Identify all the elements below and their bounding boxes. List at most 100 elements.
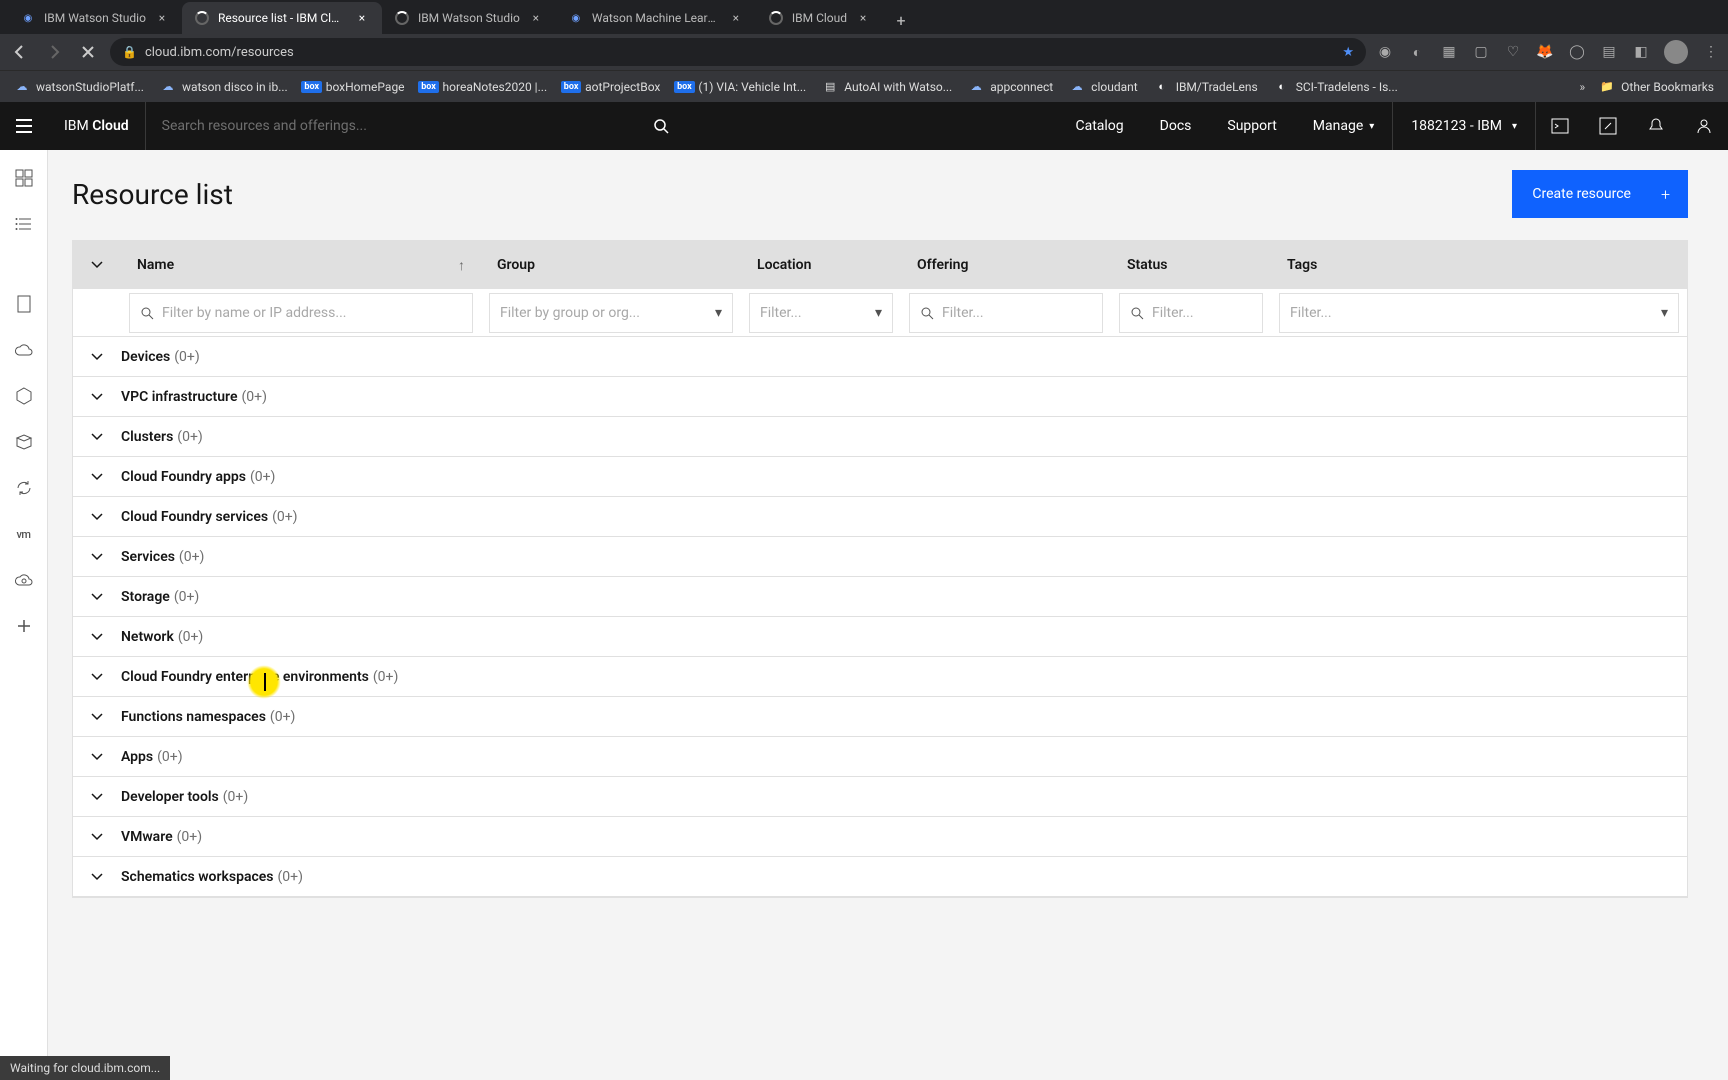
user-icon[interactable] xyxy=(1680,102,1728,150)
close-icon[interactable]: × xyxy=(528,10,544,26)
rail-list-icon[interactable] xyxy=(8,208,40,240)
browser-tab[interactable]: Resource list - IBM Cloud× xyxy=(182,2,382,34)
new-tab-button[interactable]: + xyxy=(887,6,915,34)
bookmark-item[interactable]: ☁cloudant xyxy=(1063,75,1144,99)
bookmark-item[interactable]: ☁watsonStudioPlatf... xyxy=(8,75,150,99)
resource-group-row[interactable]: Schematics workspaces (0+) xyxy=(73,857,1687,897)
chevron-down-icon xyxy=(73,553,121,561)
bookmark-item[interactable]: ◐IBM/TradeLens xyxy=(1148,75,1264,99)
close-icon[interactable]: × xyxy=(728,10,744,26)
ext-icon-4[interactable]: ▢ xyxy=(1472,43,1490,61)
close-icon[interactable]: × xyxy=(354,10,370,26)
resource-group-row[interactable]: VPC infrastructure (0+) xyxy=(73,377,1687,417)
col-tags[interactable]: Tags xyxy=(1271,257,1687,273)
resource-group-row[interactable]: Network (0+) xyxy=(73,617,1687,657)
ext-icon-8[interactable]: ▤ xyxy=(1600,43,1618,61)
filter-tags[interactable]: Filter...▾ xyxy=(1279,293,1679,333)
rail-add-icon[interactable] xyxy=(8,610,40,642)
search-icon[interactable] xyxy=(653,118,669,134)
bookmark-overflow-icon[interactable]: » xyxy=(1580,80,1586,94)
resource-group-row[interactable]: Cloud Foundry apps (0+) xyxy=(73,457,1687,497)
bookmark-item[interactable]: boxaotProjectBox xyxy=(557,75,666,99)
bookmark-item[interactable]: boxhoreaNotes2020 |... xyxy=(415,75,554,99)
bookmark-item[interactable]: ▤AutoAI with Watso... xyxy=(816,75,958,99)
ext-icon-7[interactable]: ◯ xyxy=(1568,43,1586,61)
address-bar[interactable]: 🔒 cloud.ibm.com/resources ★ xyxy=(110,38,1366,66)
col-status[interactable]: Status xyxy=(1111,257,1271,273)
bookmark-item[interactable]: boxboxHomePage xyxy=(298,75,411,99)
edit-icon[interactable] xyxy=(1584,102,1632,150)
profile-avatar[interactable] xyxy=(1664,40,1688,64)
col-name[interactable]: Name↑ xyxy=(121,257,481,274)
ext-icon-3[interactable]: ▦ xyxy=(1440,43,1458,61)
resource-group-row[interactable]: Clusters (0+) xyxy=(73,417,1687,457)
filter-group[interactable]: Filter by group or org...▾ xyxy=(489,293,733,333)
group-name: VPC infrastructure xyxy=(121,389,237,405)
ibm-cloud-logo[interactable]: IBM Cloud xyxy=(48,118,145,134)
create-resource-button[interactable]: Create resource + xyxy=(1512,170,1688,218)
bookmark-label: watson disco in ib... xyxy=(182,80,288,94)
nav-catalog[interactable]: Catalog xyxy=(1057,102,1141,150)
browser-tab[interactable]: ◉IBM Watson Studio× xyxy=(8,2,182,34)
hamburger-menu[interactable] xyxy=(0,102,48,150)
col-location[interactable]: Location xyxy=(741,257,901,273)
resource-group-row[interactable]: Services (0+) xyxy=(73,537,1687,577)
plus-icon: + xyxy=(1661,185,1670,204)
search-input[interactable] xyxy=(162,118,669,134)
resource-group-row[interactable]: Cloud Foundry enterprise environments (0… xyxy=(73,657,1687,697)
col-group[interactable]: Group xyxy=(481,257,741,273)
account-selector[interactable]: 1882123 - IBM▾ xyxy=(1392,102,1536,150)
bookmark-item[interactable]: ◐SCI-Tradelens - Is... xyxy=(1268,75,1404,99)
global-search[interactable] xyxy=(145,102,685,150)
ext-icon-6[interactable]: 🦊 xyxy=(1536,43,1554,61)
bookmark-item[interactable]: ☁ watson disco in ib... xyxy=(154,75,294,99)
back-button[interactable] xyxy=(8,40,32,64)
ext-icon-5[interactable]: ♡ xyxy=(1504,43,1522,61)
browser-tab[interactable]: IBM Watson Studio× xyxy=(382,2,556,34)
resource-group-row[interactable]: Functions namespaces (0+) xyxy=(73,697,1687,737)
close-icon[interactable]: × xyxy=(154,10,170,26)
filter-name[interactable]: Filter by name or IP address... xyxy=(129,293,473,333)
star-icon[interactable]: ★ xyxy=(1342,45,1354,60)
ext-icon-1[interactable]: ◉ xyxy=(1376,43,1394,61)
shell-icon[interactable] xyxy=(1536,102,1584,150)
expand-all-toggle[interactable] xyxy=(73,261,121,269)
ext-icon-9[interactable]: ◧ xyxy=(1632,43,1650,61)
ext-icon-2[interactable]: ◐ xyxy=(1408,43,1426,61)
browser-tab[interactable]: IBM Cloud× xyxy=(756,2,883,34)
browser-tab[interactable]: ◉Watson Machine Learning auth× xyxy=(556,2,756,34)
col-offering[interactable]: Offering xyxy=(901,257,1111,273)
bookmark-item[interactable]: box(1) VIA: Vehicle Int... xyxy=(670,75,812,99)
rail-doc-icon[interactable] xyxy=(8,288,40,320)
other-bookmarks[interactable]: 📁Other Bookmarks xyxy=(1593,75,1720,99)
chrome-menu-icon[interactable]: ⋮ xyxy=(1702,43,1720,61)
rail-box-icon[interactable] xyxy=(8,426,40,458)
rail-cloud-icon[interactable] xyxy=(8,334,40,366)
rail-kube-icon[interactable] xyxy=(8,380,40,412)
resource-group-row[interactable]: Cloud Foundry services (0+) xyxy=(73,497,1687,537)
resource-group-row[interactable]: Developer tools (0+) xyxy=(73,777,1687,817)
nav-manage[interactable]: Manage ▾ xyxy=(1295,102,1393,150)
nav-docs[interactable]: Docs xyxy=(1142,102,1210,150)
rail-sync-icon[interactable] xyxy=(8,472,40,504)
filter-location[interactable]: Filter...▾ xyxy=(749,293,893,333)
resource-group-row[interactable]: Apps (0+) xyxy=(73,737,1687,777)
nav-support[interactable]: Support xyxy=(1209,102,1294,150)
rail-cloud2-icon[interactable] xyxy=(8,564,40,596)
favicon: ◉ xyxy=(20,10,36,26)
rail-vmware-icon[interactable]: vm xyxy=(8,518,40,550)
forward-button[interactable] xyxy=(42,40,66,64)
resource-group-row[interactable]: Storage (0+) xyxy=(73,577,1687,617)
rail-dashboard-icon[interactable] xyxy=(8,162,40,194)
bookmark-item[interactable]: ☁appconnect xyxy=(962,75,1059,99)
cloud-icon: ☁ xyxy=(160,79,176,95)
group-count: (0+) xyxy=(278,869,303,885)
filter-status[interactable]: Filter... xyxy=(1119,293,1263,333)
resource-group-row[interactable]: VMware (0+) xyxy=(73,817,1687,857)
close-icon[interactable]: × xyxy=(855,10,871,26)
stop-button[interactable] xyxy=(76,40,100,64)
filter-offering[interactable]: Filter... xyxy=(909,293,1103,333)
resource-group-row[interactable]: Devices (0+) xyxy=(73,337,1687,377)
bookmark-bar: ☁watsonStudioPlatf... ☁ watson disco in ib… xyxy=(0,70,1728,102)
notifications-icon[interactable] xyxy=(1632,102,1680,150)
